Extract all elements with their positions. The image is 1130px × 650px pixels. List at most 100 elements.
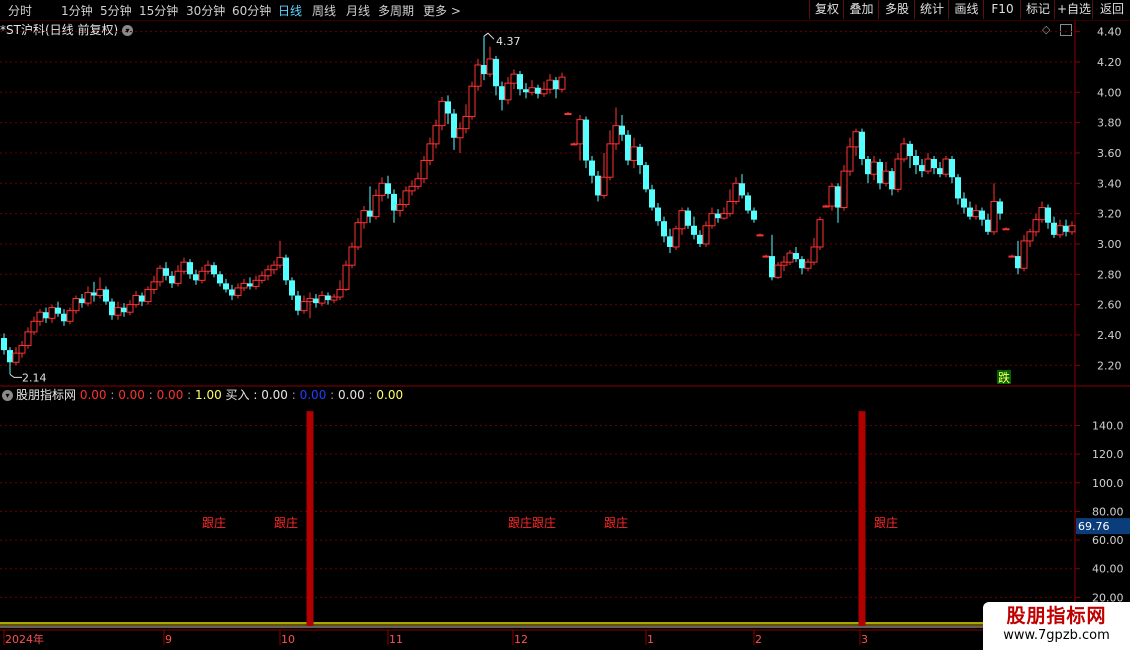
toolbar-button-0[interactable]: 复权 <box>809 0 844 19</box>
sep: : <box>326 388 338 402</box>
candle-body-down <box>103 289 109 302</box>
candle-body-down <box>667 236 673 247</box>
price-tick-label: 4.00 <box>1097 86 1122 99</box>
candle-body-down <box>7 350 13 363</box>
candle-body-down <box>289 280 295 296</box>
toolbar-button-6[interactable]: 标记 <box>1020 0 1055 19</box>
period-tab-10[interactable]: 更多 > <box>423 2 461 19</box>
period-tab-5[interactable]: 60分钟 <box>232 2 271 19</box>
candle-body-down <box>535 87 541 94</box>
stock-title[interactable]: *ST沪科(日线 前复权) <box>0 23 118 37</box>
candle-body-down <box>391 193 397 211</box>
period-tab-4[interactable]: 30分钟 <box>186 2 225 19</box>
candle-body-up <box>144 288 152 303</box>
candle-body-down <box>445 101 451 114</box>
period-tab-7[interactable]: 周线 <box>312 2 336 19</box>
candle-body-down <box>955 177 961 199</box>
candle-body-up <box>678 210 686 230</box>
candle-body-down <box>919 165 925 172</box>
indicator-value-2: 0.00 <box>156 388 184 402</box>
watermark: 股朋指标网 www.7gpzb.com <box>983 602 1130 650</box>
price-tick-label: 4.40 <box>1097 26 1122 39</box>
candle-body-up <box>1038 207 1046 221</box>
period-tab-9[interactable]: 多周期 <box>378 2 414 19</box>
candle-body-down <box>523 89 529 93</box>
candle-body-down <box>979 210 985 220</box>
candle-body-up <box>762 255 770 258</box>
candle-body-down <box>931 159 937 169</box>
candle-body-up <box>870 161 878 175</box>
date-label: 12 <box>514 633 528 646</box>
candle-body-up <box>546 79 554 90</box>
candle-body-up <box>828 185 836 207</box>
candle-body-up <box>900 143 908 160</box>
diamond-icon[interactable]: ◇ <box>1042 23 1050 36</box>
chevron-down-icon[interactable]: ▾ <box>121 25 133 36</box>
candle-body-up <box>564 113 572 116</box>
toolbar-button-8[interactable]: 返回 <box>1092 0 1130 19</box>
candle-body-up <box>72 298 80 312</box>
period-tab-3[interactable]: 15分钟 <box>139 2 178 19</box>
toolbar-button-1[interactable]: 叠加 <box>843 0 879 19</box>
buy-value-3: 0.00 <box>376 388 404 402</box>
candle-body-up <box>510 73 518 84</box>
candle-body-up <box>342 264 350 290</box>
window-toggle-icon[interactable] <box>1060 24 1072 36</box>
candle-body-up <box>30 320 38 333</box>
indicator-menu-icon[interactable]: ▾ <box>2 390 13 401</box>
indicator-name: 股朋指标网 <box>16 388 80 402</box>
candle-body-down <box>865 159 871 175</box>
buy-value-1: 0.00 <box>299 388 327 402</box>
period-tab-8[interactable]: 月线 <box>346 2 370 19</box>
high-pointer <box>483 32 495 40</box>
candle-body-up <box>606 143 614 178</box>
candle-body-down <box>1015 256 1021 269</box>
candle-body-up <box>360 210 368 224</box>
candle-body-up <box>990 200 998 233</box>
candle-body-up <box>576 119 584 145</box>
candle-body-up <box>36 311 44 322</box>
candle-body-up <box>18 345 26 354</box>
toolbar-button-5[interactable]: F10 <box>983 0 1021 19</box>
period-tab-6[interactable]: 日线 <box>278 2 302 19</box>
candle-body-up <box>600 176 608 196</box>
candle-body-up <box>114 307 122 316</box>
candle-body-up <box>300 301 308 312</box>
candle-body-up <box>786 252 794 263</box>
signal-box <box>997 370 1011 384</box>
candle-body-down <box>997 201 1003 214</box>
period-tab-2[interactable]: 5分钟 <box>100 2 132 19</box>
follow-marker-label: 跟庄 <box>532 515 556 530</box>
candle-body-up <box>780 261 788 266</box>
period-tab-0[interactable]: 分时 <box>8 2 32 19</box>
toolbar-button-3[interactable]: 统计 <box>914 0 949 19</box>
watermark-url: www.7gpzb.com <box>1003 628 1110 643</box>
candle-body-down <box>517 74 523 90</box>
candle-body-up <box>66 310 74 322</box>
period-tab-1[interactable]: 1分钟 <box>61 2 93 19</box>
follow-marker-label: 跟庄 <box>604 515 628 530</box>
candle-body-down <box>109 301 115 316</box>
date-label: 3 <box>861 633 868 646</box>
candle-body-up <box>198 270 206 281</box>
candle-body-down <box>799 259 805 269</box>
candle-body-up <box>1068 225 1076 233</box>
candle-body-down <box>313 298 319 304</box>
candle-body-down <box>295 295 301 311</box>
buy-value-0: 0.00 <box>261 388 288 402</box>
candle-body-down <box>553 80 559 90</box>
toolbar-button-7[interactable]: +自选 <box>1054 0 1093 19</box>
candle-body-down <box>583 119 589 161</box>
candle-body-down <box>1063 225 1069 232</box>
toolbar-button-2[interactable]: 多股 <box>878 0 915 19</box>
price-tick-label: 2.40 <box>1097 329 1122 342</box>
sep: : <box>183 388 195 402</box>
candle-body-down <box>937 168 943 175</box>
candle-body-up <box>204 264 212 272</box>
candle-body-down <box>79 298 85 304</box>
candle-body-up <box>486 58 494 75</box>
toolbar-button-4[interactable]: 画线 <box>948 0 984 19</box>
candle-body-down <box>985 219 991 232</box>
candle-body-down <box>43 312 49 319</box>
price-tick-label: 3.60 <box>1097 147 1122 160</box>
